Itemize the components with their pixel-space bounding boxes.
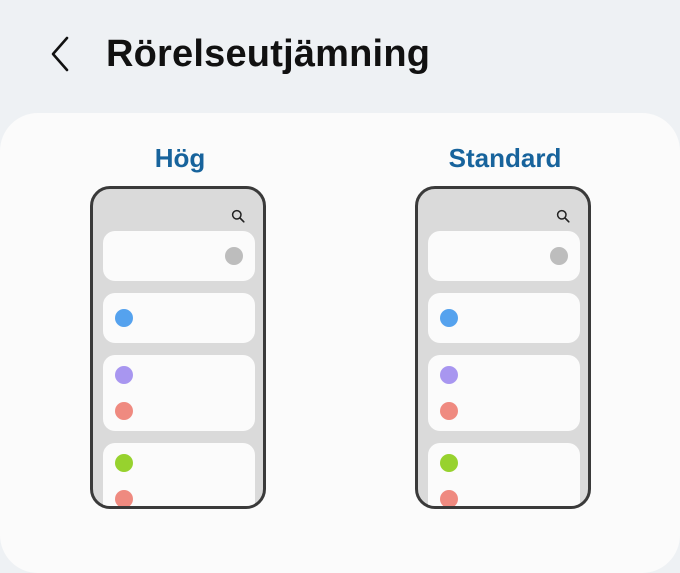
header: Rörelseutjämning	[0, 0, 680, 112]
preview-card	[103, 231, 255, 281]
toggle-dot	[225, 247, 243, 265]
preview-card	[428, 355, 580, 431]
search-icon	[556, 209, 570, 223]
purple-dot	[115, 366, 133, 384]
toggle-dot	[550, 247, 568, 265]
preview-card	[103, 443, 255, 506]
phone-preview	[90, 186, 266, 509]
option-standard[interactable]: Standard	[410, 113, 600, 533]
page-title: Rörelseutjämning	[106, 33, 431, 75]
option-standard-label: Standard	[448, 143, 562, 173]
red-dot	[440, 402, 458, 420]
preview-card	[428, 443, 580, 506]
option-card: Hög Standard	[0, 113, 680, 573]
red-dot	[440, 490, 458, 506]
phone-preview	[415, 186, 591, 509]
option-high[interactable]: Hög	[85, 113, 275, 533]
red-dot	[115, 402, 133, 420]
preview-card	[428, 231, 580, 281]
green-dot	[440, 454, 458, 472]
blue-dot	[115, 309, 133, 327]
blue-dot	[440, 309, 458, 327]
option-high-label: Hög	[154, 143, 206, 173]
preview-card	[103, 355, 255, 431]
chevron-left-icon	[51, 36, 69, 72]
preview-card	[103, 293, 255, 343]
preview-card	[428, 293, 580, 343]
purple-dot	[440, 366, 458, 384]
green-dot	[115, 454, 133, 472]
back-button[interactable]	[36, 30, 84, 78]
red-dot	[115, 490, 133, 506]
search-icon	[231, 209, 245, 223]
